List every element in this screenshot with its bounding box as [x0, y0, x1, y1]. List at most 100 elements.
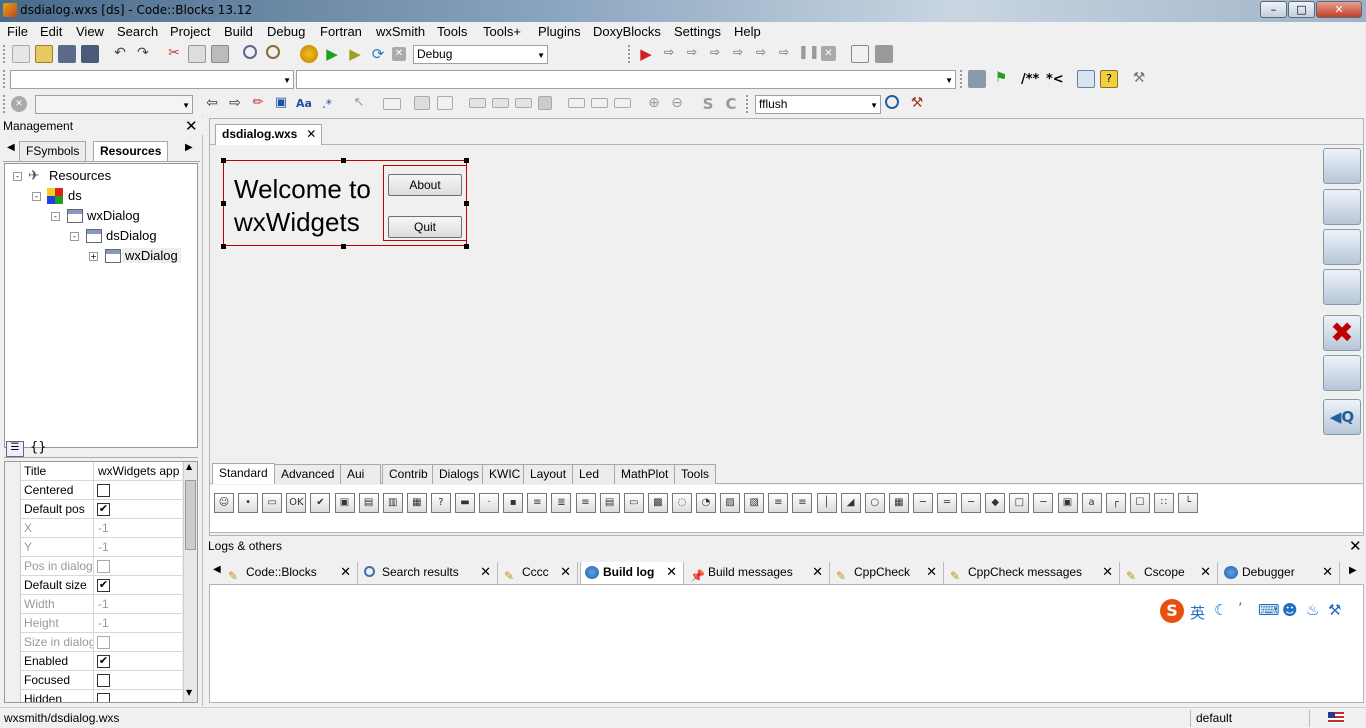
doxy-line-comment[interactable]: *<	[1046, 72, 1064, 87]
palette-widget-icon[interactable]: ≡	[792, 493, 813, 513]
menu-file[interactable]: File	[7, 24, 28, 39]
preview-welcome-text[interactable]: Welcome to wxWidgets	[234, 173, 371, 239]
tab-scroll-left-icon[interactable]: ◀	[213, 564, 221, 575]
wx-pointer-icon[interactable]: ↖	[350, 95, 368, 113]
tab-scroll-right-icon[interactable]: ▶	[1349, 565, 1357, 576]
log-tab-cppcheck[interactable]: ✎ CppCheck ✕	[832, 562, 944, 584]
save-icon[interactable]	[58, 45, 76, 63]
tab-dsdialog-wxs[interactable]: dsdialog.wxs ✕	[215, 124, 323, 145]
menu-project[interactable]: Project	[170, 24, 210, 39]
property-value[interactable]: wxWidgets app	[93, 462, 182, 481]
undo-icon[interactable]: ↶	[111, 45, 129, 63]
preview-quit-button[interactable]: Quit	[388, 216, 462, 238]
toolbar-grip[interactable]	[3, 45, 7, 63]
close-button[interactable]: ✕	[1316, 1, 1362, 18]
resize-handle[interactable]	[341, 158, 346, 163]
function-select[interactable]: ▼	[296, 70, 956, 89]
log-tab-build-messages[interactable]: 📌 Build messages ✕	[686, 562, 830, 584]
palette-widget-icon[interactable]: │	[816, 493, 837, 513]
resize-handle[interactable]	[221, 201, 226, 206]
rebuild-icon[interactable]: ⟳	[369, 45, 387, 63]
search-settings-icon[interactable]: ⚒	[908, 95, 926, 113]
menu-doxyblocks[interactable]: DoxyBlocks	[593, 24, 661, 39]
redo-icon[interactable]: ↷	[134, 45, 152, 63]
close-icon[interactable]: ✕	[1349, 537, 1362, 555]
abort-icon[interactable]: ✕	[392, 47, 406, 61]
build-log-content[interactable]: S 英 ☾ ’ ⌨ ☻ ♨ ⚒	[209, 585, 1364, 703]
open-folder-icon[interactable]	[35, 45, 53, 63]
toolbar-grip[interactable]	[746, 95, 750, 113]
resize-handle[interactable]	[464, 158, 469, 163]
palette-widget-icon[interactable]: ▤	[358, 493, 379, 513]
forward-icon[interactable]: ⇨	[226, 95, 244, 113]
doxy-block-comment[interactable]: /**	[1021, 72, 1039, 87]
property-row[interactable]: Hidden	[21, 690, 182, 702]
highlight-icon[interactable]: ✏	[249, 95, 267, 113]
menu-plugins[interactable]: Plugins	[538, 24, 581, 39]
palette-widget-icon[interactable]: ◌	[671, 493, 692, 513]
step-into-icon[interactable]: ⇨	[729, 45, 747, 63]
palette-widget-icon[interactable]: •	[238, 493, 259, 513]
ime-skin-icon[interactable]: ♨	[1306, 601, 1319, 619]
palette-widget-icon[interactable]: ◆	[985, 493, 1006, 513]
ime-lang-indicator[interactable]: 英	[1190, 602, 1205, 623]
menu-search[interactable]: Search	[117, 24, 158, 39]
cut-icon[interactable]: ✂	[165, 45, 183, 63]
palette-widget-icon[interactable]: ○	[864, 493, 885, 513]
palette-widget-icon[interactable]: ▣	[1057, 493, 1078, 513]
zoom-in-icon[interactable]: ⊕	[645, 95, 663, 113]
palette-tab-layout[interactable]: Layout	[523, 464, 574, 484]
tree-collapse-icon[interactable]: -	[13, 172, 22, 181]
step-instruction-icon[interactable]: ⇨	[775, 45, 793, 63]
properties-tab-icon[interactable]: ☰	[6, 441, 24, 457]
property-row[interactable]: Default pos ✔	[21, 500, 182, 519]
debug-info-icon[interactable]	[875, 45, 893, 63]
property-row[interactable]: Height -1	[21, 614, 182, 633]
paste-icon[interactable]	[211, 45, 229, 63]
menu-settings[interactable]: Settings	[674, 24, 721, 39]
tab-scroll-right-icon[interactable]: ▶	[185, 142, 193, 153]
resize-handle[interactable]	[341, 244, 346, 249]
maximize-button[interactable]: □	[1288, 1, 1315, 18]
palette-widget-icon[interactable]: ▦	[888, 493, 909, 513]
palette-widget-icon[interactable]: └	[1178, 493, 1198, 513]
search-combo[interactable]: fflush ▼	[755, 95, 881, 114]
palette-tab-contrib[interactable]: Contrib	[382, 464, 435, 484]
property-checkbox[interactable]	[97, 636, 110, 649]
property-row[interactable]: Focused	[21, 671, 182, 690]
property-value[interactable]: -1	[93, 538, 182, 557]
close-tab-icon[interactable]: ✕	[812, 562, 823, 582]
palette-tab-standard[interactable]: Standard	[212, 463, 275, 484]
toolbar-grip[interactable]	[628, 45, 632, 63]
property-value[interactable]: -1	[93, 519, 182, 538]
resize-handle[interactable]	[464, 201, 469, 206]
palette-widget-icon[interactable]: ▭	[262, 493, 283, 513]
resize-handle[interactable]	[221, 244, 226, 249]
property-value[interactable]: -1	[93, 614, 182, 633]
property-checkbox[interactable]	[97, 560, 110, 573]
palette-tab-tools[interactable]: Tools	[674, 464, 717, 484]
step-out-icon[interactable]: ⇨	[752, 45, 770, 63]
property-row[interactable]: Width -1	[21, 595, 182, 614]
palette-tab-mathplot[interactable]: MathPlot	[614, 464, 676, 484]
property-row[interactable]: Pos in dialog units	[21, 557, 182, 576]
toolbar-grip[interactable]	[3, 95, 7, 113]
search-go-icon[interactable]	[885, 95, 899, 109]
property-checkbox[interactable]: ✔	[97, 655, 110, 668]
menu-tools-plus[interactable]: Tools+	[483, 24, 521, 39]
palette-widget-icon[interactable]: OK	[286, 493, 307, 513]
palette-widget-icon[interactable]: ?	[430, 493, 451, 513]
palette-widget-icon[interactable]: ▪	[503, 493, 524, 513]
palette-widget-icon[interactable]: ┌	[1105, 493, 1126, 513]
close-tab-icon[interactable]: ✕	[666, 562, 677, 582]
palette-widget-icon[interactable]: ═	[937, 493, 957, 513]
palette-widget-icon[interactable]: ▣	[334, 493, 355, 513]
sogou-logo[interactable]: S	[1160, 599, 1184, 623]
palette-widget-icon[interactable]: □	[1009, 493, 1030, 513]
wx-expand-icon[interactable]	[469, 98, 486, 108]
palette-widget-icon[interactable]: ☐	[1129, 493, 1150, 513]
selected-text-icon[interactable]: ▣	[272, 95, 290, 113]
tab-fsymbols[interactable]: FSymbols	[19, 141, 87, 161]
property-checkbox[interactable]: ✔	[97, 579, 110, 592]
palette-widget-icon[interactable]: ▬	[455, 493, 475, 513]
